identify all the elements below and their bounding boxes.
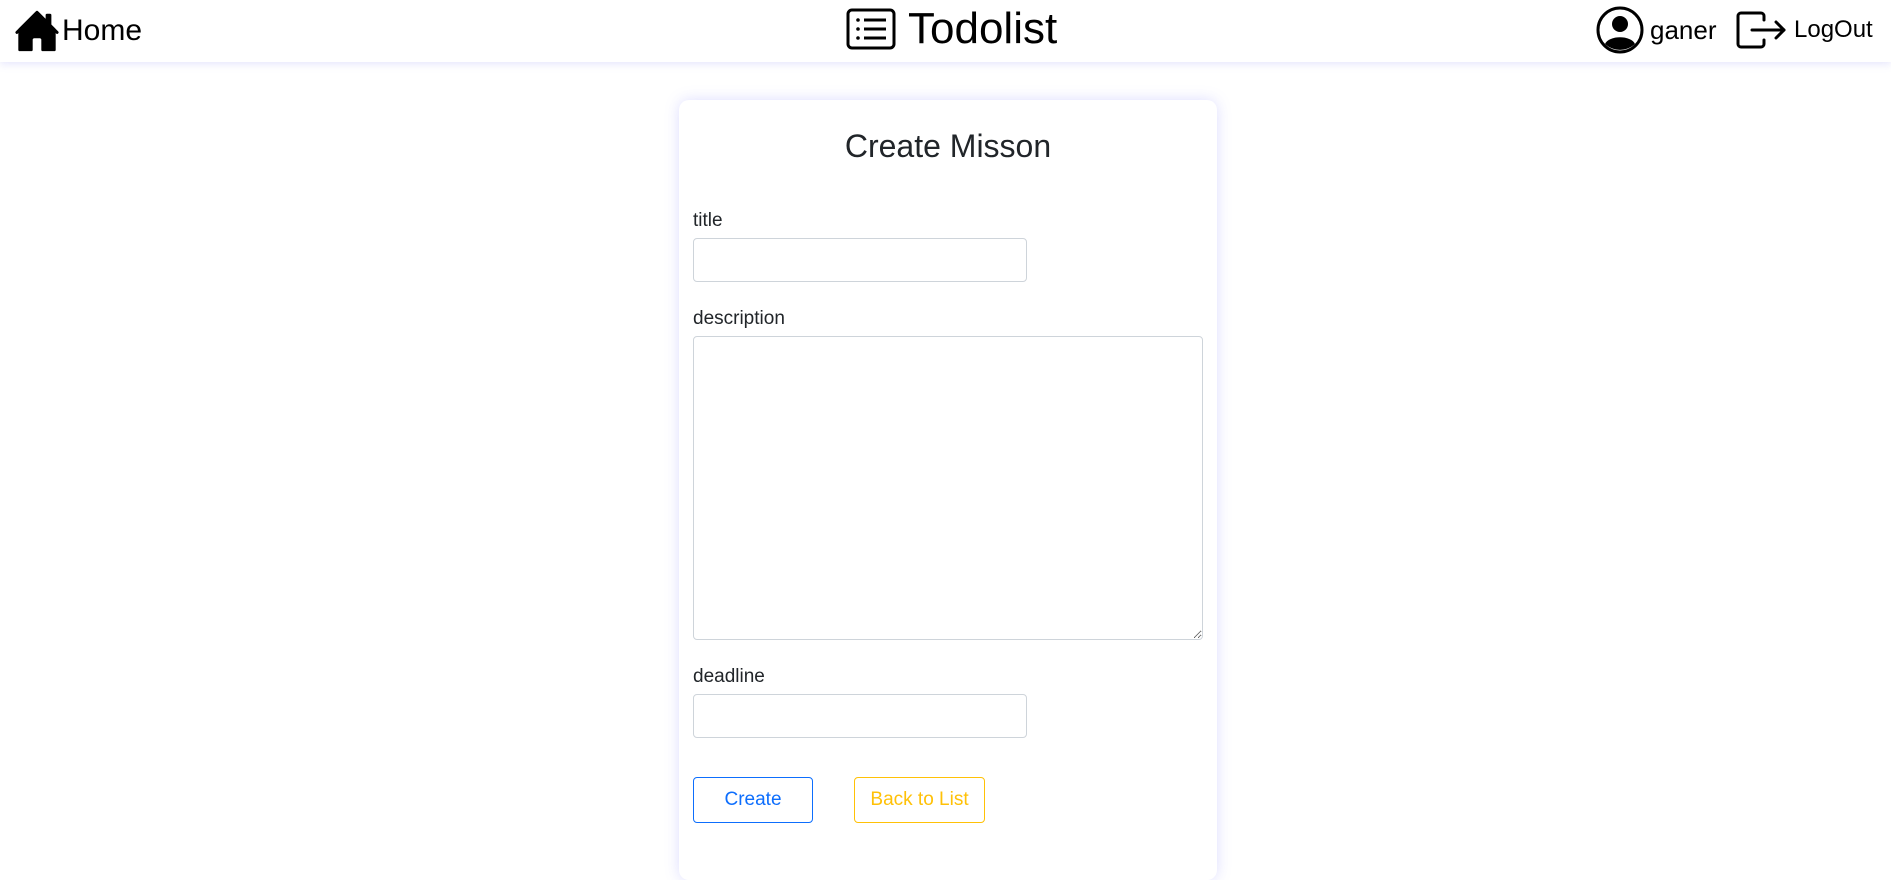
description-label: description xyxy=(693,308,785,329)
brand-title: Todolist xyxy=(908,4,1058,53)
page-title: Create Misson xyxy=(844,128,1052,164)
create-mission-card: Create Misson title description deadline… xyxy=(679,100,1217,880)
brand: Todolist xyxy=(846,4,1057,54)
user-avatar-icon xyxy=(1596,6,1644,54)
deadline-input[interactable] xyxy=(693,694,1027,738)
username: ganer xyxy=(1650,14,1717,45)
logout-label: LogOut xyxy=(1794,16,1873,43)
list-icon xyxy=(846,7,896,51)
create-button[interactable]: Create xyxy=(693,777,813,823)
deadline-label: deadline xyxy=(693,666,765,687)
logout-link[interactable]: LogOut xyxy=(1736,10,1873,50)
top-navbar: Home Todolist ganer LogOut xyxy=(0,0,1891,62)
home-label: Home xyxy=(62,14,143,47)
home-link[interactable]: Home xyxy=(14,8,142,54)
house-icon xyxy=(14,8,60,54)
logout-icon xyxy=(1736,10,1788,50)
user-menu[interactable]: ganer xyxy=(1596,6,1717,54)
title-label: title xyxy=(693,210,723,231)
title-input[interactable] xyxy=(693,238,1027,282)
back-to-list-button[interactable]: Back to List xyxy=(854,777,985,823)
description-textarea[interactable] xyxy=(693,336,1203,640)
